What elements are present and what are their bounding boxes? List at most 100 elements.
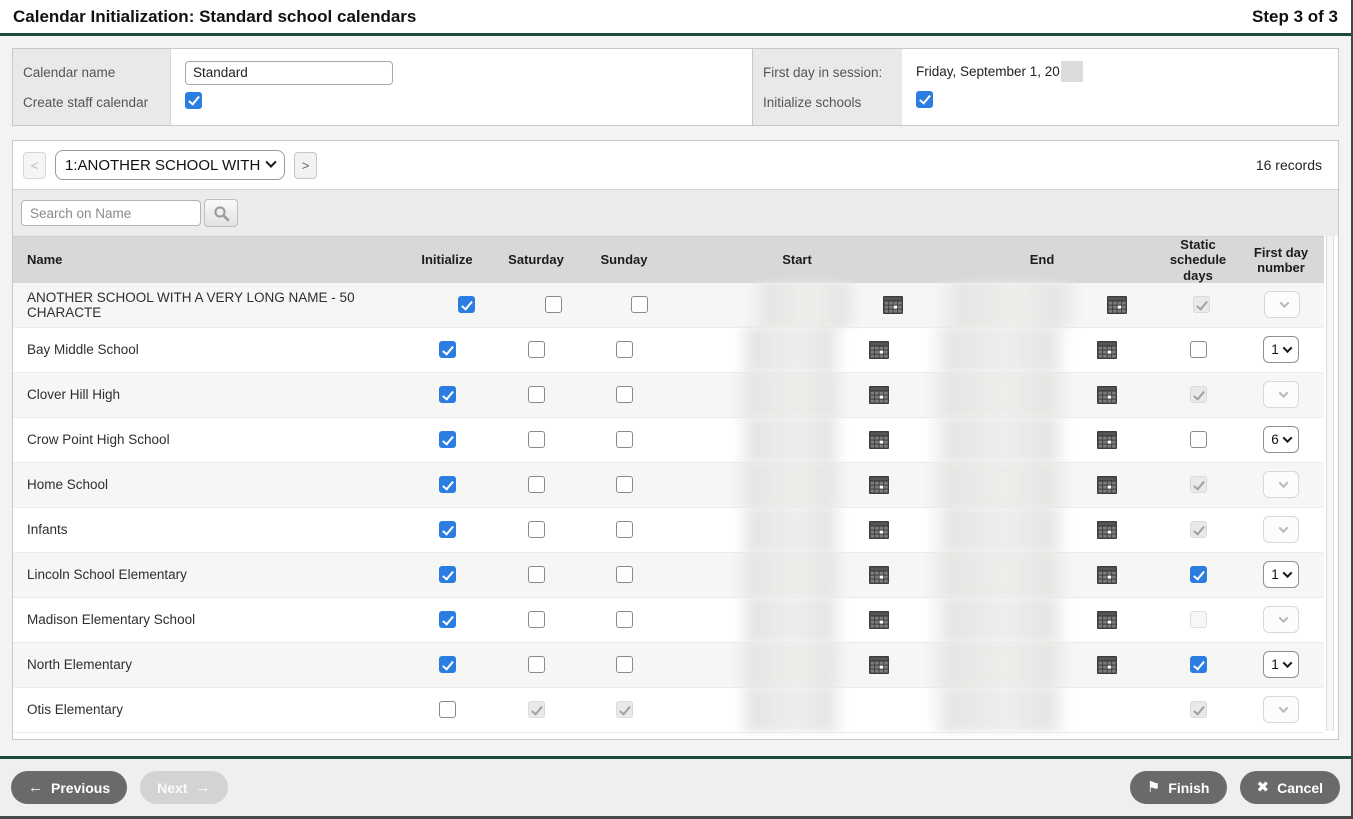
start-date-calendar-icon[interactable]	[868, 519, 890, 541]
static-schedule-days-checkbox[interactable]	[1190, 656, 1207, 673]
first-day-number-select[interactable]: 6	[1263, 426, 1299, 453]
start-date-calendar-icon[interactable]	[868, 564, 890, 586]
start-date-calendar-icon[interactable]	[868, 654, 890, 676]
school-name: Bay Middle School	[13, 328, 402, 372]
start-date-calendar-icon[interactable]	[868, 474, 890, 496]
school-selector-dropdown[interactable]: 1:ANOTHER SCHOOL WITH	[55, 150, 285, 180]
initialize-checkbox[interactable]	[439, 521, 456, 538]
finish-button[interactable]: ⚑ Finish	[1130, 771, 1227, 804]
end-date-calendar-icon[interactable]	[1096, 654, 1118, 676]
col-header-name: Name	[13, 252, 402, 267]
saturday-checkbox[interactable]	[528, 386, 545, 403]
sunday-checkbox[interactable]	[616, 656, 633, 673]
search-button[interactable]	[204, 199, 238, 227]
calendar-name-input[interactable]	[185, 61, 393, 85]
saturday-checkbox[interactable]	[545, 296, 562, 313]
initialize-checkbox[interactable]	[439, 341, 456, 358]
initialize-checkbox[interactable]	[439, 476, 456, 493]
search-band	[13, 189, 1338, 236]
chevron-down-icon	[1279, 479, 1289, 489]
content-area: Calendar name Create staff calendar Firs…	[0, 36, 1351, 752]
initialize-checkbox[interactable]	[439, 701, 456, 718]
first-day-number-select[interactable]: 1	[1263, 336, 1299, 363]
chevron-down-icon	[1282, 569, 1292, 579]
end-date-calendar-icon[interactable]	[1096, 564, 1118, 586]
school-name: Otis Elementary	[13, 688, 402, 732]
arrow-left-icon: ←	[28, 780, 43, 795]
sunday-checkbox[interactable]	[616, 611, 633, 628]
static-schedule-days-checkbox[interactable]	[1190, 566, 1207, 583]
left-values	[171, 49, 752, 125]
x-icon: ✖	[1257, 780, 1270, 795]
first-day-number-select	[1263, 606, 1299, 633]
sunday-checkbox[interactable]	[616, 341, 633, 358]
col-header-initialize: Initialize	[402, 252, 492, 267]
sunday-checkbox[interactable]	[616, 431, 633, 448]
start-date-calendar-icon[interactable]	[868, 609, 890, 631]
initialize-checkbox[interactable]	[439, 611, 456, 628]
static-schedule-days-checkbox[interactable]	[1190, 431, 1207, 448]
first-day-number-select[interactable]: 1	[1263, 651, 1299, 678]
search-input[interactable]	[21, 200, 201, 226]
static-schedule-days-checkbox[interactable]	[1190, 341, 1207, 358]
sunday-checkbox[interactable]	[616, 521, 633, 538]
cancel-button[interactable]: ✖ Cancel	[1240, 771, 1341, 804]
initialize-schools-checkbox[interactable]	[916, 91, 933, 108]
end-date-calendar-icon[interactable]	[1106, 294, 1128, 316]
start-date-calendar-icon[interactable]	[882, 294, 904, 316]
previous-school-button[interactable]: <	[23, 152, 46, 179]
initialize-checkbox[interactable]	[458, 296, 475, 313]
records-count: 16 records	[1256, 157, 1328, 173]
table-row: Crow Point High School	[13, 418, 1324, 463]
sunday-checkbox	[616, 701, 633, 718]
initialize-checkbox[interactable]	[439, 566, 456, 583]
end-date-calendar-icon[interactable]	[1096, 474, 1118, 496]
saturday-checkbox[interactable]	[528, 566, 545, 583]
start-date-calendar-icon[interactable]	[868, 384, 890, 406]
first-day-number-select[interactable]: 1	[1263, 561, 1299, 588]
previous-button[interactable]: ← Previous	[11, 771, 127, 804]
end-date-calendar-icon[interactable]	[1096, 609, 1118, 631]
end-date-calendar-icon[interactable]	[1096, 339, 1118, 361]
chevron-down-icon	[1280, 299, 1290, 309]
static-schedule-days-checkbox	[1190, 386, 1207, 403]
col-header-static-schedule-days: Static schedule days	[1158, 237, 1238, 283]
end-date-calendar-icon[interactable]	[1096, 519, 1118, 541]
title-bar: Calendar Initialization: Standard school…	[0, 0, 1351, 36]
table-header: Name Initialize Saturday Sunday Start En…	[13, 236, 1324, 283]
saturday-checkbox[interactable]	[528, 476, 545, 493]
initialize-checkbox[interactable]	[439, 431, 456, 448]
initialize-checkbox[interactable]	[439, 656, 456, 673]
saturday-checkbox	[528, 701, 545, 718]
start-date-calendar-icon[interactable]	[868, 339, 890, 361]
sunday-checkbox[interactable]	[616, 476, 633, 493]
end-date-calendar-icon[interactable]	[1096, 384, 1118, 406]
saturday-checkbox[interactable]	[528, 341, 545, 358]
right-labels: First day in session: Initialize schools	[752, 49, 902, 125]
wizard-footer: ← Previous Next → ⚑ Finish ✖ Cancel	[0, 756, 1351, 816]
chevron-down-icon	[1279, 704, 1289, 714]
first-day-in-session-label: First day in session:	[763, 65, 892, 80]
table-row: Infants	[13, 508, 1324, 553]
page-title: Calendar Initialization: Standard school…	[13, 7, 416, 27]
redacted-start-date	[734, 462, 846, 507]
initialize-checkbox[interactable]	[439, 386, 456, 403]
next-school-button[interactable]: >	[294, 152, 317, 179]
saturday-checkbox[interactable]	[528, 656, 545, 673]
chevron-down-icon	[265, 157, 276, 168]
start-date-calendar-icon[interactable]	[868, 429, 890, 451]
first-day-number-select	[1263, 381, 1299, 408]
next-button[interactable]: Next →	[140, 771, 227, 804]
saturday-checkbox[interactable]	[528, 521, 545, 538]
create-staff-calendar-checkbox[interactable]	[185, 92, 202, 109]
sunday-checkbox[interactable]	[616, 566, 633, 583]
create-staff-calendar-label: Create staff calendar	[23, 95, 160, 110]
sunday-checkbox[interactable]	[616, 386, 633, 403]
table-row: ANOTHER SCHOOL WITH A VERY LONG NAME - 5…	[13, 283, 1324, 328]
sunday-checkbox[interactable]	[631, 296, 648, 313]
saturday-checkbox[interactable]	[528, 431, 545, 448]
end-date-calendar-icon[interactable]	[1096, 429, 1118, 451]
school-selector-value: 1:ANOTHER SCHOOL WITH	[65, 157, 261, 174]
saturday-checkbox[interactable]	[528, 611, 545, 628]
vertical-scrollbar[interactable]	[1326, 236, 1334, 731]
